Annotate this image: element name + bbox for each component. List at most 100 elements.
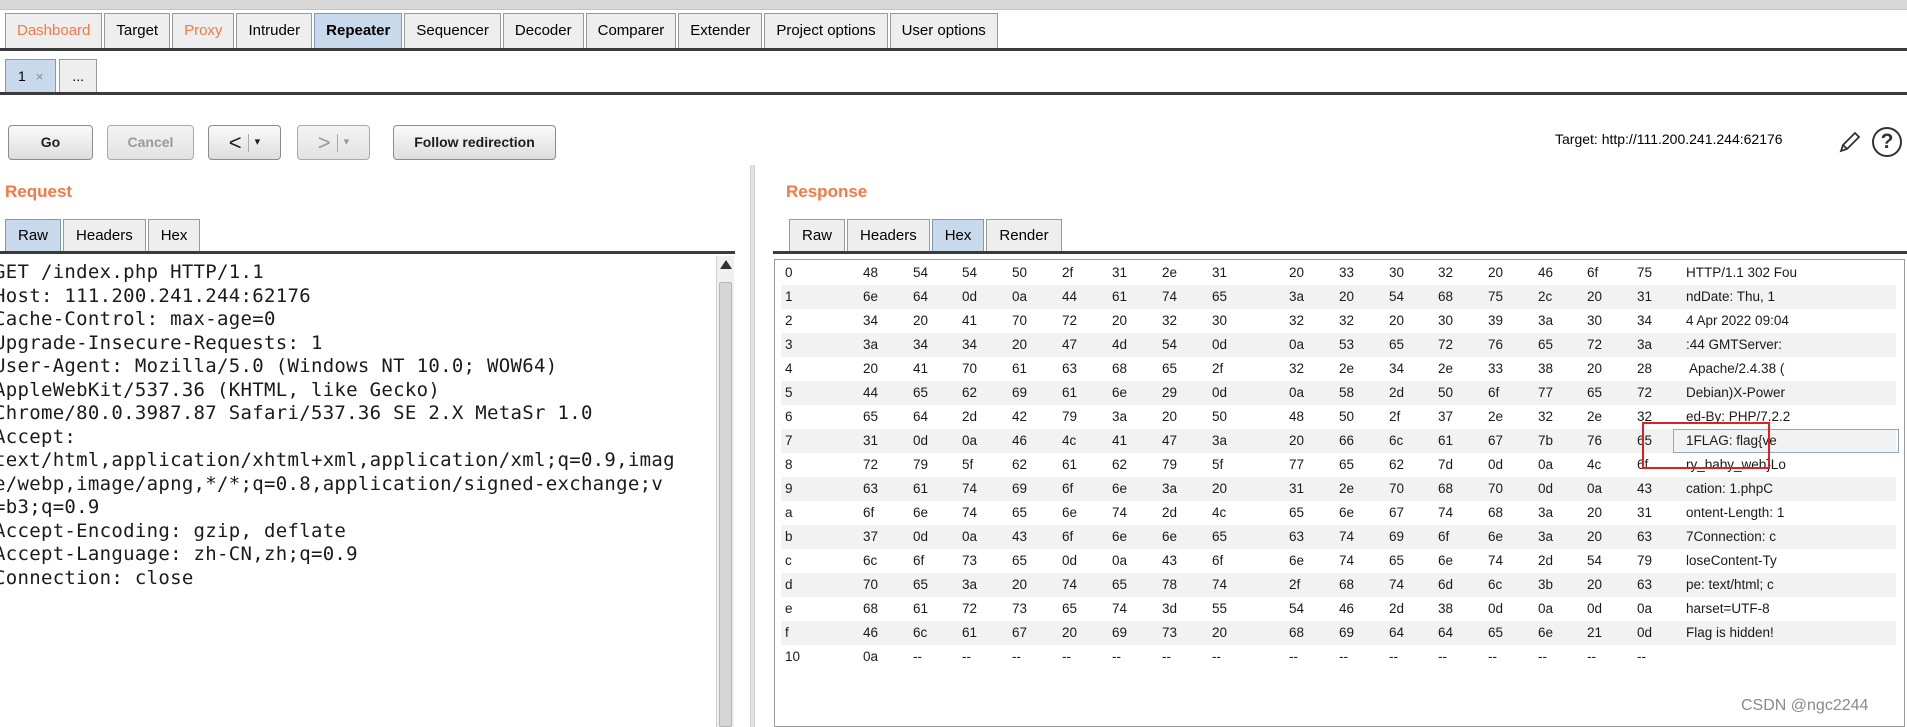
hex-byte: 20: [1587, 505, 1603, 520]
request-title: Request: [5, 182, 73, 201]
hex-byte: 7d: [1438, 457, 1454, 472]
hex-byte: --: [1062, 649, 1071, 664]
hex-row[interactable]: 1 6e 64 0d 0a 44 61 74 65 3a 20 54 68 75 2c 20 31 ndDate:…: [781, 285, 1896, 309]
split-pane-divider[interactable]: [750, 165, 755, 727]
hex-byte: 6e: [1162, 529, 1178, 544]
hex-byte: 70: [1488, 481, 1504, 496]
request-tab-headers[interactable]: Headers: [63, 219, 146, 252]
hex-offset: 4: [785, 361, 793, 376]
main-tab-intruder[interactable]: Intruder: [236, 13, 313, 48]
main-tab-extender[interactable]: Extender: [678, 13, 763, 48]
request-line: Chrome/80.0.3987.87 Safari/537.36 SE 2.X…: [0, 402, 593, 424]
hex-row[interactable]: 0 48 54 54 50 2f 31 2e 31 20 33 30 32 20 46 6f 75 HTTP/1.…: [781, 261, 1896, 285]
request-tab-hex[interactable]: Hex: [147, 219, 201, 252]
hex-byte: 6f: [1587, 265, 1599, 280]
hex-ascii: harset=UTF-8: [1686, 601, 1770, 616]
pencil-icon[interactable]: [1836, 128, 1864, 156]
hex-byte: 46: [1538, 265, 1554, 280]
main-tab-comparer[interactable]: Comparer: [585, 13, 677, 48]
hex-byte: 7b: [1538, 433, 1554, 448]
hex-byte: 31: [1212, 265, 1228, 280]
hex-row[interactable]: e 68 61 72 73 65 74 3d 55 54 46 2d 38 0d 0a 0d 0a harset=…: [781, 597, 1896, 621]
request-scrollbar[interactable]: [716, 256, 734, 727]
request-line: Host: 111.200.241.244:62176: [0, 284, 311, 307]
main-tab-target[interactable]: Target: [104, 13, 171, 48]
hex-byte: 20: [1289, 433, 1305, 448]
hex-byte: 65: [1389, 337, 1405, 352]
hex-byte: 2d: [962, 409, 978, 424]
response-tab-hex[interactable]: Hex: [931, 219, 985, 252]
hex-byte: 70: [1012, 313, 1028, 328]
hex-byte: 0a: [962, 529, 978, 544]
hex-byte: 21: [1587, 625, 1603, 640]
main-tab-decoder[interactable]: Decoder: [502, 13, 584, 48]
hex-row[interactable]: b 37 0d 0a 43 6f 6e 6e 65 63 74 69 6f 6e 3a 20 63 7Connec…: [781, 525, 1896, 549]
hex-byte: 61: [913, 601, 929, 616]
hex-byte: 20: [1587, 529, 1603, 544]
hex-byte: 2f: [1389, 409, 1401, 424]
response-tab-render[interactable]: Render: [986, 219, 1062, 252]
hex-byte: 0d: [913, 433, 929, 448]
hex-byte: 68: [1488, 505, 1504, 520]
repeater-tab-new[interactable]: ...: [59, 59, 98, 92]
hex-row[interactable]: a 6f 6e 74 65 6e 74 2d 4c 65 6e 67 74 68 3a 20 31 ontent-…: [781, 501, 1896, 525]
repeater-tab-1[interactable]: 1 ×: [5, 59, 57, 92]
hex-byte: 76: [1488, 337, 1504, 352]
hex-row[interactable]: f 46 6c 61 67 20 69 73 20 68 69 64 64 65 6e 21 0d Flag is…: [781, 621, 1896, 645]
main-tab-project-options[interactable]: Project options: [764, 13, 888, 48]
request-tab-raw[interactable]: Raw: [5, 219, 62, 252]
help-icon[interactable]: ?: [1872, 127, 1902, 157]
hex-byte: 20: [1587, 361, 1603, 376]
hex-byte: 67: [1389, 505, 1405, 520]
hex-offset: d: [785, 577, 793, 592]
hex-row[interactable]: 4 20 41 70 61 63 68 65 2f 32 2e 34 2e 33 38 20 28 Apache…: [781, 357, 1896, 381]
hex-row[interactable]: 10 0a -- -- -- -- -- -- -- -- -- -- -- -- -- -- --: [781, 645, 1896, 669]
chevron-down-icon[interactable]: ▾: [255, 136, 261, 148]
repeater-sub-tab-bar: 1 × ...: [5, 59, 100, 93]
request-line: Accept-Encoding: gzip, deflate: [0, 519, 347, 542]
hex-byte: 5f: [1212, 457, 1224, 472]
response-view-tabs: Raw Headers Hex Render: [789, 219, 1064, 253]
hex-row[interactable]: d 70 65 3a 20 74 65 78 74 2f 68 74 6d 6c 3b 20 63 pe: tex…: [781, 573, 1896, 597]
hex-byte: 4c: [1212, 505, 1227, 520]
hex-byte: 6e: [1112, 385, 1128, 400]
hex-row[interactable]: 5 44 65 62 69 61 6e 29 0d 0a 58 2d 50 6f 77 65 72 Debian)…: [781, 381, 1896, 405]
hex-byte: 50: [1212, 409, 1228, 424]
hex-byte: 2c: [1538, 289, 1553, 304]
hex-byte: 63: [1062, 361, 1078, 376]
request-editor[interactable]: GET /index.php HTTP/1.1 Host: 111.200.241…: [0, 256, 716, 727]
main-tab-sequencer[interactable]: Sequencer: [404, 13, 501, 48]
hex-byte: 64: [1389, 625, 1405, 640]
hex-byte: 6f: [913, 553, 925, 568]
hex-byte: 65: [1389, 553, 1405, 568]
hex-row[interactable]: 9 63 61 74 69 6f 6e 3a 20 31 2e 70 68 70 0d 0a 43 cation:…: [781, 477, 1896, 501]
hex-offset: a: [785, 505, 793, 520]
hex-byte: 6f: [1212, 553, 1224, 568]
hex-byte: --: [1637, 649, 1646, 664]
close-icon[interactable]: ×: [36, 69, 44, 84]
hex-row[interactable]: 2 34 20 41 70 72 20 32 30 32 32 20 30 39 3a 30 34 4 Apr 2…: [781, 309, 1896, 333]
response-hex-table[interactable]: 0 48 54 54 50 2f 31 2e 31 20 33 30 32 20 46 6f 75 HTTP/1.…: [774, 259, 1905, 727]
hex-byte: 31: [1637, 505, 1653, 520]
forward-button: > ▾: [297, 125, 370, 160]
hex-byte: 30: [1212, 313, 1228, 328]
main-tab-proxy[interactable]: Proxy: [172, 13, 235, 48]
response-tab-raw[interactable]: Raw: [789, 219, 846, 252]
hex-byte: 0d: [1637, 625, 1653, 640]
hex-byte: 65: [1162, 361, 1178, 376]
hex-byte: 58: [1339, 385, 1355, 400]
back-button[interactable]: < ▾: [208, 125, 281, 160]
hex-byte: 43: [1162, 553, 1178, 568]
follow-redirection-button[interactable]: Follow redirection: [393, 125, 556, 160]
hex-byte: 78: [1162, 577, 1178, 592]
response-tab-headers[interactable]: Headers: [847, 219, 930, 252]
go-button[interactable]: Go: [8, 125, 93, 160]
main-tab-repeater[interactable]: Repeater: [314, 13, 403, 48]
scrollbar-thumb[interactable]: [719, 282, 732, 727]
main-tab-user-options[interactable]: User options: [889, 13, 998, 48]
main-tab-dashboard[interactable]: Dashboard: [5, 13, 103, 48]
hex-row[interactable]: 3 3a 34 34 20 47 4d 54 0d 0a 53 65 72 76 65 72 3a:44 GMT…: [781, 333, 1896, 357]
scroll-up-icon[interactable]: [720, 260, 732, 269]
hex-byte: 61: [1112, 289, 1128, 304]
hex-row[interactable]: c 6c 6f 73 65 0d 0a 43 6f 6e 74 65 6e 74 2d 54 79 loseCon…: [781, 549, 1896, 573]
